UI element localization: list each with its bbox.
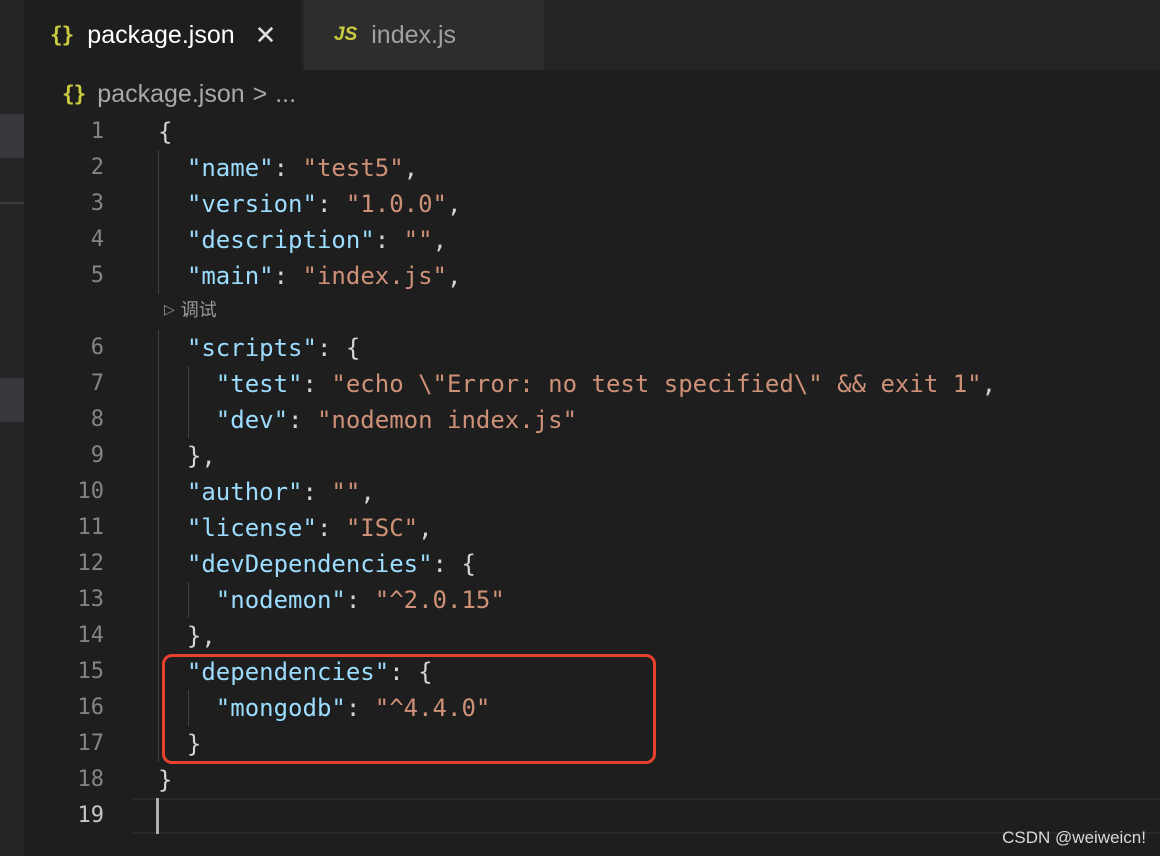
code-line: } — [158, 766, 173, 794]
annotation-highlight-box — [162, 654, 656, 764]
sidebar-divider — [0, 202, 24, 204]
code-line: "version": "1.0.0", — [186, 190, 462, 218]
left-sidebar-strip — [0, 0, 24, 856]
editor-tab-bar: {} package.json ✕ JS index.js — [24, 0, 1160, 70]
line-number: 18 — [77, 767, 105, 792]
line-number: 15 — [77, 659, 105, 684]
code-line: { — [158, 118, 173, 146]
line-number: 10 — [77, 479, 105, 504]
close-icon[interactable]: ✕ — [255, 22, 277, 48]
sidebar-marker — [0, 378, 24, 422]
code-line: "license": "ISC", — [186, 514, 433, 542]
line-number: 13 — [77, 587, 105, 612]
tab-package-json[interactable]: {} package.json ✕ — [24, 0, 302, 70]
line-number: 1 — [90, 119, 104, 144]
debug-codelens[interactable]: ▷ 调试 — [164, 296, 217, 322]
code-line: "devDependencies": { — [186, 550, 476, 578]
code-line: "name": "test5", — [186, 154, 419, 182]
code-line: }, — [186, 622, 216, 650]
line-number: 16 — [77, 695, 105, 720]
line-number: 2 — [90, 155, 104, 180]
line-number: 11 — [77, 515, 105, 540]
code-line: "scripts": { — [186, 334, 361, 362]
code-line: "author": "", — [186, 478, 375, 506]
breadcrumb: {} package.json > ... — [62, 76, 296, 112]
line-number: 7 — [90, 371, 104, 396]
code-line: "nodemon": "^2.0.15" — [215, 586, 505, 614]
code-line: "main": "index.js", — [186, 262, 462, 290]
line-number: 17 — [77, 731, 105, 756]
text-cursor — [156, 798, 159, 834]
codelens-label: 调试 — [180, 300, 217, 320]
sidebar-marker — [0, 114, 24, 158]
tab-label: package.json — [87, 20, 235, 49]
line-number: 5 — [90, 263, 104, 288]
json-file-icon: {} — [50, 23, 74, 47]
line-number-current: 19 — [77, 803, 105, 828]
line-number: 14 — [77, 623, 105, 648]
js-file-icon: JS — [334, 24, 358, 45]
line-number: 3 — [90, 191, 104, 216]
code-line: "description": "", — [186, 226, 448, 254]
watermark: CSDN @weiweicn! — [1002, 828, 1146, 847]
breadcrumb-more[interactable]: ... — [275, 80, 296, 109]
line-number: 6 — [90, 335, 104, 360]
line-number: 8 — [90, 407, 104, 432]
tab-index-js[interactable]: JS index.js — [304, 0, 544, 70]
line-number: 9 — [90, 443, 104, 468]
play-icon: ▷ — [164, 300, 175, 317]
code-line: "dev": "nodemon index.js" — [215, 406, 578, 434]
tab-label: index.js — [371, 20, 457, 49]
code-line: "test": "echo \"Error: no test specified… — [215, 370, 997, 398]
line-number: 12 — [77, 551, 105, 576]
chevron-right-icon: > — [252, 79, 268, 108]
code-line: }, — [186, 442, 216, 470]
breadcrumb-file[interactable]: package.json — [97, 80, 244, 109]
line-number: 4 — [90, 227, 104, 252]
json-file-icon: {} — [62, 82, 86, 106]
